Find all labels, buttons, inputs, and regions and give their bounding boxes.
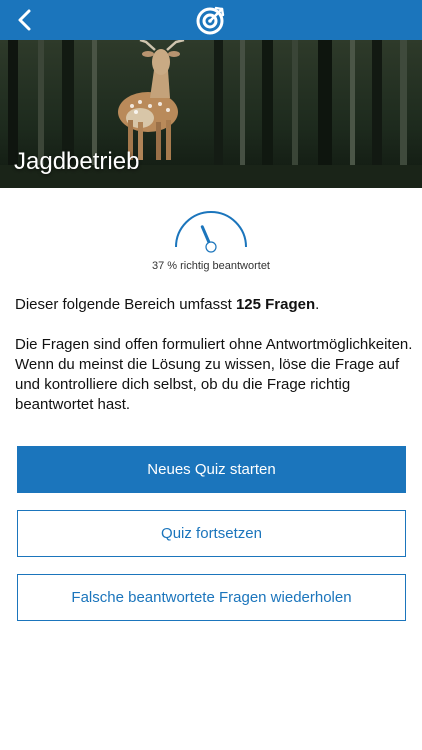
progress-caption: 37 % richtig beantwortet xyxy=(151,260,270,272)
repeat-wrong-questions-button[interactable]: Falsche beantwortete Fragen wiederholen xyxy=(17,574,406,621)
intro-suffix: . xyxy=(315,296,320,313)
question-count: 125 Fragen xyxy=(235,296,316,313)
category-title: Jagdbetrieb xyxy=(14,148,140,175)
question-count-text: Dieser folgende Bereich umfasst 125 Frag… xyxy=(15,295,410,315)
intro-prefix: Dieser folgende Bereich umfasst xyxy=(15,296,236,313)
progress-gauge xyxy=(175,211,247,253)
hero-banner: Jagdbetrieb xyxy=(0,40,422,188)
start-quiz-button[interactable]: Neues Quiz starten xyxy=(17,446,406,493)
chevron-left-icon xyxy=(18,9,31,31)
continue-quiz-button[interactable]: Quiz fortsetzen xyxy=(17,510,406,557)
gauge-hub xyxy=(205,241,217,253)
target-logo-icon xyxy=(196,6,225,35)
app-logo xyxy=(195,4,227,36)
back-button[interactable] xyxy=(12,6,40,34)
description-text: Die Fragen sind offen formuliert ohne An… xyxy=(15,336,413,413)
navigation-bar xyxy=(0,0,422,40)
